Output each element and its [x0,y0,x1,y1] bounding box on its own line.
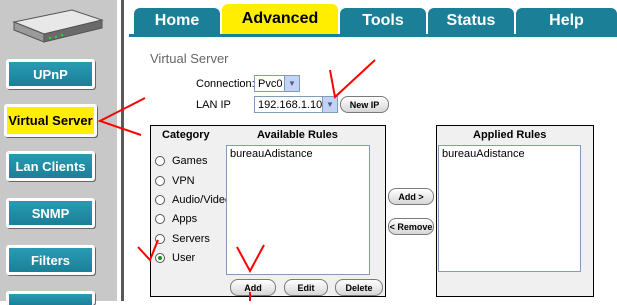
category-label: Apps [172,213,198,225]
tab-advanced[interactable]: Advanced [222,4,338,34]
edit-rule-button[interactable]: Edit [284,279,328,296]
category-label: Servers [172,233,210,245]
sidebar-item-snmp[interactable]: SNMP [6,198,95,228]
radio-icon[interactable] [155,176,165,186]
list-item[interactable]: bureauAdistance [442,148,577,160]
radio-icon[interactable] [155,195,165,205]
applied-rules-list[interactable]: bureauAdistance [438,145,581,272]
lanip-label: LAN IP [196,99,231,111]
available-rules-list[interactable]: bureauAdistance [226,145,370,275]
add-to-applied-button[interactable]: Add > [388,188,434,205]
connection-label: Connection: [196,78,255,90]
category-label: VPN [172,175,195,187]
radio-checked-icon[interactable] [155,253,165,263]
category-label: User [172,252,196,264]
category-label: Audio/Video [172,194,232,206]
category-option-servers[interactable]: Servers [155,232,210,246]
radio-icon[interactable] [155,156,165,166]
page-title: Virtual Server [150,51,229,66]
delete-rule-button[interactable]: Delete [335,279,383,296]
sidebar: UPnP Virtual Server Lan Clients SNMP Fil… [0,0,117,305]
new-ip-button[interactable]: New IP [340,96,389,113]
radio-icon[interactable] [155,214,165,224]
sidebar-item-virtual-server[interactable]: Virtual Server [4,104,97,137]
category-label: Games [172,155,208,167]
add-rule-button[interactable]: Add [230,279,276,296]
router-device-icon [12,9,104,43]
category-option-audio-video[interactable]: Audio/Video [155,193,231,207]
tab-help[interactable]: Help [516,8,617,34]
tab-home[interactable]: Home [134,8,220,34]
category-option-apps[interactable]: Apps [155,212,197,226]
sidebar-item-upnp[interactable]: UPnP [6,59,95,89]
lanip-value: 192.168.1.105 [258,98,329,111]
sidebar-item-filters[interactable]: Filters [6,245,95,275]
chevron-down-icon[interactable]: ▼ [322,97,337,112]
applied-rules-header: Applied Rules [473,129,547,141]
sidebar-item-partial[interactable] [6,291,95,305]
available-rules-header: Available Rules [257,129,338,141]
lanip-select[interactable]: 192.168.1.105 ▼ [254,96,338,113]
category-option-user[interactable]: User [155,251,195,265]
tab-status[interactable]: Status [428,8,514,34]
divider-line [121,0,124,301]
radio-icon[interactable] [155,234,165,244]
top-tab-bar: Home Advanced Tools Status Help [129,0,617,34]
category-option-games[interactable]: Games [155,154,207,168]
chevron-down-icon[interactable]: ▼ [284,76,299,91]
remove-from-applied-button[interactable]: < Remove [388,218,434,235]
connection-select[interactable]: Pvc0 ▼ [254,75,300,92]
connection-value: Pvc0 [258,77,283,90]
category-option-vpn[interactable]: VPN [155,174,195,188]
list-item[interactable]: bureauAdistance [230,148,366,160]
sidebar-item-lan-clients[interactable]: Lan Clients [6,151,95,181]
tab-tools[interactable]: Tools [340,8,426,34]
category-header: Category [162,129,210,141]
